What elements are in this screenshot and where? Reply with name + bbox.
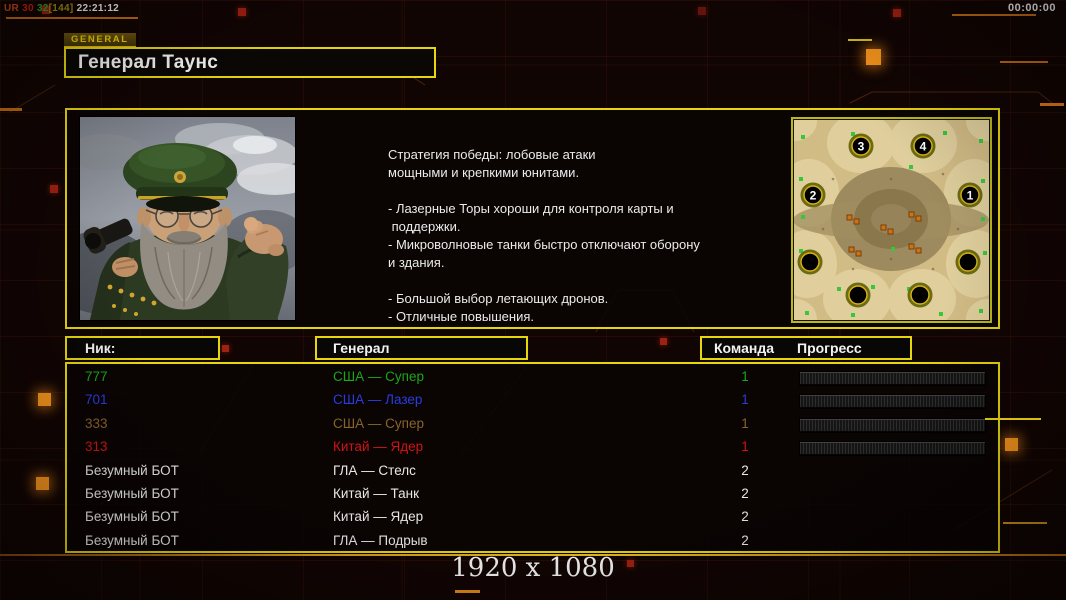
- load-progress-bar: [800, 418, 985, 432]
- decor-line: [0, 108, 22, 111]
- progress-header-label: Прогресс: [797, 340, 862, 356]
- general-tab-label: GENERAL: [64, 33, 136, 48]
- table-row: Безумный БОТ Китай — Ядер 2: [67, 506, 998, 528]
- player-general: США — Супер: [333, 415, 424, 431]
- decor-square: [222, 345, 229, 352]
- decor-line: [1000, 61, 1048, 63]
- map-start-position: 3: [858, 140, 865, 154]
- resolution-watermark: 1920 x 1080: [451, 553, 615, 583]
- strategy-line: и здания.: [388, 255, 445, 270]
- general-column-header: Генерал: [315, 336, 528, 360]
- decor-line: [6, 17, 138, 19]
- debug-stat: [144]: [48, 3, 77, 14]
- general-info-panel: Стратегия победы: лобовые атаки мощными и…: [50, 101, 1010, 339]
- debug-stats: UR 30 32[144] 22:21:12: [4, 3, 119, 14]
- player-team: 2: [741, 462, 749, 478]
- debug-stat: 32: [36, 3, 49, 14]
- player-team: 2: [741, 486, 749, 501]
- player-nick: Безумный БОТ: [85, 462, 179, 478]
- decor-square: [36, 477, 49, 490]
- strategy-line: поддержки.: [388, 219, 461, 234]
- player-nick: 313: [85, 439, 108, 455]
- player-general: ГЛА — Стелс: [333, 462, 416, 478]
- player-general: США — Лазер: [333, 392, 423, 408]
- nick-column-header: Ник:: [65, 336, 220, 360]
- table-row: Безумный БОТ Китай — Танк 2: [67, 483, 998, 505]
- strategy-line: [388, 272, 748, 290]
- general-header-label: Генерал: [333, 340, 390, 356]
- decor-square: [50, 185, 58, 193]
- map-start-position: 4: [920, 140, 927, 154]
- map-start-position: 2: [810, 189, 817, 203]
- strategy-line: мощными и крепкими юнитами.: [388, 165, 580, 180]
- player-team: 1: [741, 392, 749, 408]
- decor-line: [952, 14, 1036, 16]
- load-progress-bar: [800, 395, 985, 409]
- player-team: 1: [741, 439, 749, 455]
- player-team: 2: [741, 532, 749, 548]
- general-title-box: Генерал Таунс: [64, 47, 436, 78]
- strategy-text: Стратегия победы: лобовые атаки мощными и…: [388, 146, 748, 326]
- table-row: 701 США — Лазер 1: [67, 389, 998, 411]
- table-row: 333 США — Супер 1: [67, 413, 998, 435]
- map-preview: 3 4 2 1: [773, 101, 1010, 339]
- team-header-label: Команда: [714, 340, 774, 356]
- map-start-position: 1: [967, 189, 974, 203]
- decor-square: [866, 49, 881, 65]
- player-team: 1: [741, 369, 749, 384]
- decor-line: [1040, 103, 1064, 106]
- debug-stat: UR: [4, 3, 23, 14]
- decor-line: [455, 590, 480, 593]
- general-name: Генерал Таунс: [78, 52, 219, 73]
- player-nick: Безумный БОТ: [85, 486, 179, 501]
- decor-square: [1005, 438, 1018, 451]
- strategy-line: - Большой выбор летающих дронов.: [388, 291, 609, 306]
- player-general: Китай — Ядер: [333, 439, 424, 455]
- decor-square: [38, 393, 51, 406]
- player-team: 1: [741, 415, 749, 431]
- player-nick: Безумный БОТ: [85, 532, 179, 548]
- player-table: 777 США — Супер 1 701 США — Лазер 1 333 США — С…: [65, 362, 1000, 553]
- decor-square: [238, 8, 246, 16]
- team-progress-column-header: Команда Прогресс: [700, 336, 912, 360]
- player-nick: Безумный БОТ: [85, 509, 179, 525]
- player-general: ГЛА — Подрыв: [333, 532, 428, 548]
- loading-screen: UR 30 32[144] 22:21:12 00:00:00 GENERAL …: [0, 0, 1066, 600]
- player-general: Китай — Ядер: [333, 509, 424, 525]
- player-general: Китай — Танк: [333, 486, 419, 501]
- strategy-line: - Отличные повышения.: [388, 309, 534, 324]
- debug-stat: 22:21:12: [76, 3, 120, 14]
- table-row: Безумный БОТ ГЛА — Подрыв 2: [67, 530, 998, 552]
- player-nick: 333: [85, 415, 108, 431]
- strategy-line: Стратегия победы: лобовые атаки: [388, 147, 596, 162]
- table-row: 313 Китай — Ядер 1: [67, 436, 998, 458]
- decor-square: [660, 338, 667, 345]
- decor-square: [893, 9, 901, 17]
- debug-stat: 30: [22, 3, 37, 14]
- strategy-line: - Микроволновые танки быстро отключают о…: [388, 237, 700, 252]
- player-general: США — Супер: [333, 369, 424, 384]
- load-progress-bar: [800, 372, 985, 385]
- general-portrait: [50, 116, 313, 321]
- decor-square: [698, 7, 706, 15]
- player-nick: 777: [85, 369, 108, 384]
- decor-line: [848, 39, 872, 41]
- strategy-line: [388, 182, 748, 200]
- nick-header-label: Ник:: [85, 340, 116, 356]
- decor-line: [1003, 522, 1047, 524]
- table-row: 777 США — Супер 1: [67, 366, 998, 388]
- player-team: 2: [741, 509, 749, 525]
- table-row: Безумный БОТ ГЛА — Стелс 2: [67, 460, 998, 482]
- strategy-line: - Лазерные Торы хороши для контроля карт…: [388, 201, 674, 216]
- player-nick: 701: [85, 392, 108, 408]
- decor-line: [985, 418, 1041, 420]
- load-progress-bar: [800, 442, 985, 456]
- match-timer: 00:00:00: [1007, 2, 1056, 14]
